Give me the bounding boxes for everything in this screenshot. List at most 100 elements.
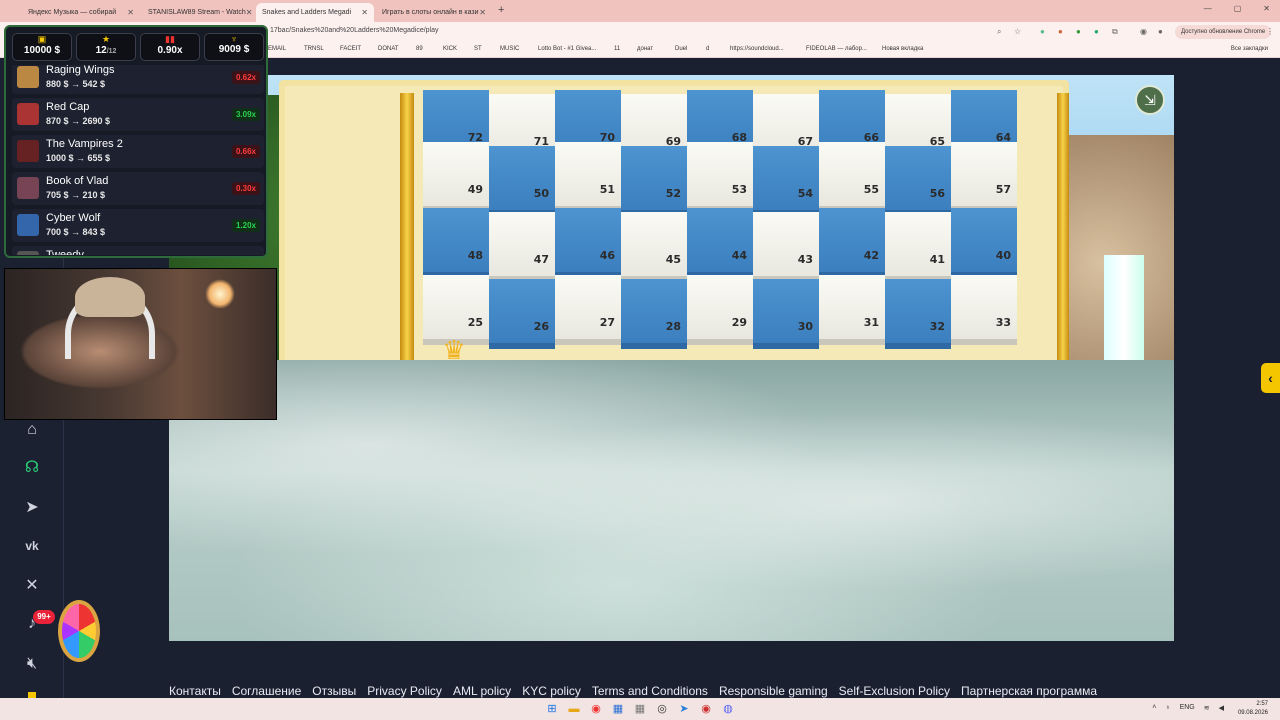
- stat-value: 0.90x: [157, 45, 183, 56]
- browser-tab-casino[interactable]: Играть в слоты онлайн в кази ✕: [376, 3, 492, 22]
- gift-icon[interactable]: ⌂: [20, 420, 44, 440]
- bookmark-item[interactable]: Duel: [675, 46, 687, 52]
- bookmark-item[interactable]: 11: [614, 46, 620, 52]
- board-cell-number: 47: [533, 253, 549, 266]
- bookmark-item[interactable]: MUSIC: [500, 46, 519, 52]
- extension-icon[interactable]: ●: [1058, 27, 1063, 36]
- bookmark-item[interactable]: Lotto Bot - #1 Givea...: [538, 46, 596, 52]
- exit-fullscreen-button[interactable]: ⇲: [1135, 85, 1165, 115]
- app-icon[interactable]: ▦: [611, 702, 625, 716]
- telegram-icon[interactable]: ➤: [677, 702, 691, 716]
- profile-icon[interactable]: ◉: [1140, 27, 1147, 36]
- slot-row: Cyber Wolf 700 $ → 843 $ 1.20x: [12, 209, 264, 242]
- chrome-update-button[interactable]: Доступно обновление Chrome: [1175, 25, 1272, 39]
- footer-link[interactable]: Self-Exclusion Policy: [839, 684, 950, 698]
- mic-icon[interactable]: ♁: [1165, 704, 1170, 712]
- board-cell-number: 32: [929, 320, 945, 333]
- bookmark-item[interactable]: KICK: [443, 46, 457, 52]
- footer-link[interactable]: Партнерская программа: [961, 684, 1097, 698]
- bookmark-item[interactable]: ST: [474, 46, 482, 52]
- chrome-icon[interactable]: ◉: [589, 702, 603, 716]
- board-cell-number: 42: [863, 249, 879, 262]
- sound-off-icon[interactable]: 🔇︎: [20, 654, 44, 674]
- obs-icon[interactable]: ◎: [655, 702, 669, 716]
- app-icon[interactable]: ▦: [633, 702, 647, 716]
- board-cell: 26: [489, 279, 555, 349]
- lamp-light: [205, 279, 235, 309]
- bookmark-item[interactable]: DONAT: [378, 46, 399, 52]
- board-cell: 42: [819, 208, 885, 278]
- bookmark-item[interactable]: Новая вкладка: [882, 46, 923, 52]
- footer-link[interactable]: Terms and Conditions: [592, 684, 708, 698]
- zoom-icon[interactable]: ⌕: [997, 27, 1001, 37]
- minimize-button[interactable]: —: [1204, 4, 1212, 13]
- tray-arrow-icon[interactable]: ˄: [1152, 704, 1156, 712]
- tab-close-icon[interactable]: ✕: [246, 8, 253, 17]
- browser-tab-music[interactable]: Яндекс Музыка — собирай ✕: [22, 3, 140, 22]
- extension-icon[interactable]: ●: [1040, 27, 1045, 36]
- slot-thumbnail: [17, 214, 39, 236]
- bookmark-item[interactable]: TRNSL: [304, 46, 324, 52]
- clock[interactable]: 2:57 09.08.2026: [1238, 700, 1268, 718]
- board-pole-left: [400, 93, 414, 393]
- footer-link[interactable]: AML policy: [453, 684, 511, 698]
- bookmark-item[interactable]: https://soundcloud...: [730, 46, 784, 52]
- extensions-puzzle-icon[interactable]: ⧉: [1112, 27, 1118, 37]
- vk-icon[interactable]: vk: [20, 536, 44, 556]
- collapse-panel-button[interactable]: ‹: [1261, 363, 1280, 393]
- board-cell: 40: [951, 208, 1017, 278]
- slot-row: Raging Wings 880 $ → 542 $ 0.62x: [12, 65, 264, 94]
- menu-icon[interactable]: ⋮: [1266, 27, 1274, 36]
- tab-close-icon[interactable]: ✕: [479, 8, 486, 17]
- profile-avatar-icon[interactable]: ●: [1158, 27, 1163, 36]
- discord-icon[interactable]: ◍: [721, 702, 735, 716]
- board-cell: 44: [687, 208, 753, 278]
- language-indicator[interactable]: ENG: [1180, 704, 1195, 712]
- fortune-wheel-icon[interactable]: [58, 600, 100, 662]
- telegram-icon[interactable]: ➤: [20, 498, 44, 518]
- browser-tab-stream[interactable]: STANISLAW89 Stream - Watch ✕: [142, 3, 254, 22]
- volume-icon[interactable]: ◀: [1219, 704, 1224, 712]
- explorer-icon[interactable]: ▬: [567, 702, 581, 716]
- maximize-button[interactable]: ▢: [1234, 4, 1242, 13]
- start-icon[interactable]: ⊞: [545, 702, 559, 716]
- board-cell-number: 53: [731, 183, 747, 196]
- bookmark-item[interactable]: FIDEOLAB — лабор...: [806, 46, 867, 52]
- wifi-icon[interactable]: ≋: [1204, 704, 1210, 712]
- all-bookmarks[interactable]: Все закладки: [1231, 46, 1268, 52]
- game-canvas[interactable]: 72 71 70 69 68 67 66 65 64 49 50 51 52 53 54 55 56 57 48 47…: [169, 75, 1174, 641]
- browser-tab-game[interactable]: Snakes and Ladders Megadi ✕: [256, 3, 374, 22]
- support-headset-icon[interactable]: ☊: [20, 458, 44, 478]
- tab-close-icon[interactable]: ✕: [127, 8, 134, 17]
- footer-link[interactable]: KYC policy: [522, 684, 581, 698]
- bookmark-item[interactable]: донат: [637, 46, 653, 52]
- bookmark-item[interactable]: FACEIT: [340, 46, 361, 52]
- clock-time: 2:57: [1256, 701, 1268, 707]
- extension-icon[interactable]: ●: [1094, 27, 1099, 36]
- board-cell-number: 54: [797, 187, 813, 200]
- x-icon[interactable]: ✕: [20, 576, 44, 596]
- board-cell: 29: [687, 275, 753, 345]
- bookmark-star-icon[interactable]: ☆: [1014, 27, 1021, 36]
- board-cell: 53: [687, 142, 753, 212]
- slot-name: The Vampires 2: [46, 138, 123, 150]
- footer-link[interactable]: Отзывы: [312, 684, 356, 698]
- board-cell-number: 52: [665, 187, 681, 200]
- bookmark-item[interactable]: 89: [416, 46, 423, 52]
- footer-link[interactable]: Контакты: [169, 684, 221, 698]
- footer-link[interactable]: Соглашение: [232, 684, 301, 698]
- footer-link[interactable]: Responsible gaming: [719, 684, 828, 698]
- app-icon[interactable]: ◉: [699, 702, 713, 716]
- tab-close-icon[interactable]: ✕: [361, 8, 368, 17]
- close-window-button[interactable]: ✕: [1263, 4, 1270, 13]
- extension-icon[interactable]: ●: [1076, 27, 1081, 36]
- url-field[interactable]: 17bac/Snakes%20and%20Ladders%20Megadice/…: [270, 27, 439, 34]
- new-tab-button[interactable]: +: [498, 4, 504, 16]
- slot-amount: 880 $ → 542 $: [46, 79, 106, 89]
- footer-link[interactable]: Privacy Policy: [367, 684, 442, 698]
- slot-name: Tweedy: [46, 249, 84, 255]
- board-cell-number: 50: [533, 187, 549, 200]
- bookmark-item[interactable]: d: [706, 46, 709, 52]
- board-cell: 45: [621, 212, 687, 282]
- bookmark-item[interactable]: EMAIL: [268, 46, 286, 52]
